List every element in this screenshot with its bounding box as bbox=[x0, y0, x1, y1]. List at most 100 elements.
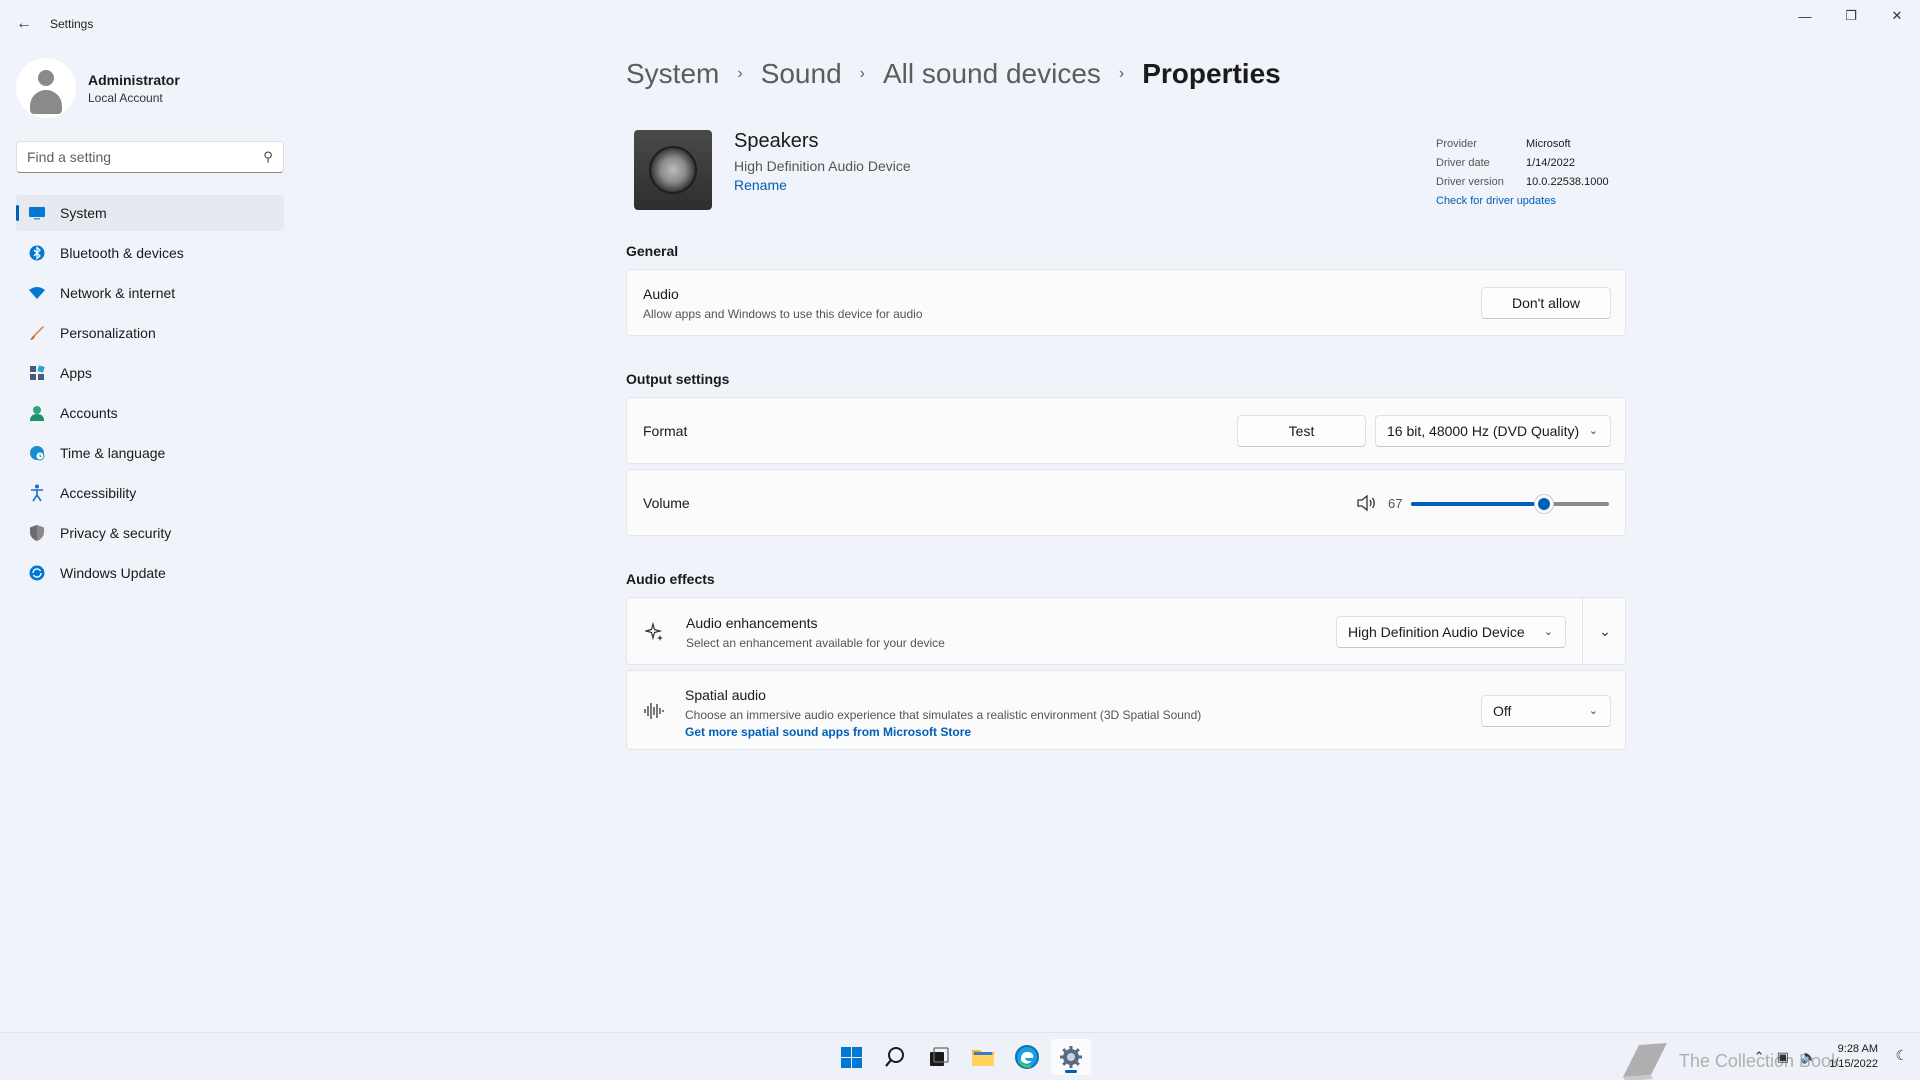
search-input[interactable] bbox=[17, 149, 253, 165]
sidebar-item-label: Accessibility bbox=[60, 485, 137, 501]
shield-icon bbox=[28, 524, 46, 542]
chevron-up-icon[interactable]: ⌃ bbox=[1754, 1049, 1765, 1065]
sidebar-item-bluetooth[interactable]: Bluetooth & devices bbox=[16, 235, 284, 271]
bluetooth-icon bbox=[28, 244, 46, 262]
chevron-down-icon: ⌄ bbox=[1588, 425, 1598, 437]
minimize-button[interactable]: — bbox=[1782, 0, 1828, 32]
window-controls: — ❐ ✕ bbox=[1782, 0, 1920, 32]
spatial-audio-card: Spatial audio Choose an immersive audio … bbox=[626, 670, 1626, 750]
spatial-store-link[interactable]: Get more spatial sound apps from Microso… bbox=[685, 725, 971, 739]
driver-version-value: 10.0.22538.1000 bbox=[1526, 175, 1609, 188]
sidebar-item-privacy[interactable]: Privacy & security bbox=[16, 515, 284, 551]
avatar bbox=[16, 58, 76, 118]
title-bar: ← Settings — ❐ ✕ bbox=[0, 0, 1920, 48]
dont-allow-button[interactable]: Don't allow bbox=[1481, 287, 1611, 319]
chevron-down-icon: ⌄ bbox=[1543, 626, 1553, 638]
user-profile[interactable]: Administrator Local Account bbox=[16, 58, 180, 118]
check-driver-updates-link[interactable]: Check for driver updates bbox=[1436, 195, 1556, 207]
settings-icon bbox=[1060, 1046, 1082, 1068]
format-title: Format bbox=[643, 423, 688, 439]
breadcrumb-all-sound-devices[interactable]: All sound devices bbox=[883, 58, 1101, 90]
format-selected: 16 bit, 48000 Hz (DVD Quality) bbox=[1387, 423, 1580, 439]
driver-provider-label: Provider bbox=[1436, 137, 1477, 150]
sidebar-item-label: Privacy & security bbox=[60, 525, 172, 541]
volume-slider[interactable] bbox=[1411, 494, 1609, 514]
audio-enhancements-description: Select an enhancement available for your… bbox=[686, 636, 945, 650]
close-icon: ✕ bbox=[1891, 8, 1903, 23]
search-icon[interactable]: ⚲ bbox=[253, 149, 283, 165]
clock-time: 9:28 AM bbox=[1837, 1043, 1878, 1055]
edge-button[interactable] bbox=[1007, 1039, 1047, 1075]
apps-icon bbox=[28, 364, 46, 382]
brush-icon bbox=[28, 324, 46, 342]
start-icon bbox=[840, 1046, 862, 1068]
sidebar-item-personalization[interactable]: Personalization bbox=[16, 315, 284, 351]
chevron-right-icon: › bbox=[859, 65, 865, 82]
monitor-icon bbox=[28, 204, 46, 222]
clock-date: 1/15/2022 bbox=[1829, 1058, 1878, 1070]
section-audio-effects: Audio effects bbox=[626, 571, 715, 587]
format-dropdown[interactable]: 16 bit, 48000 Hz (DVD Quality) ⌄ bbox=[1375, 415, 1611, 447]
network-icon[interactable]: ▣ bbox=[1777, 1049, 1789, 1065]
volume-card: Volume 67 bbox=[626, 469, 1626, 536]
avatar-body-icon bbox=[30, 90, 62, 114]
sidebar-item-label: Network & internet bbox=[60, 285, 176, 301]
breadcrumb-system[interactable]: System bbox=[626, 58, 719, 90]
device-name: Speakers bbox=[734, 130, 819, 152]
sidebar-item-label: Time & language bbox=[60, 445, 166, 461]
sidebar-item-label: Personalization bbox=[60, 325, 156, 341]
volume-title: Volume bbox=[643, 495, 690, 511]
clock[interactable]: 9:28 AM 1/15/2022 bbox=[1829, 1042, 1878, 1072]
section-output-settings: Output settings bbox=[626, 371, 730, 387]
sidebar-item-label: System bbox=[60, 205, 107, 221]
volume-icon[interactable]: 🔈 bbox=[1801, 1049, 1817, 1065]
breadcrumb-sound[interactable]: Sound bbox=[761, 58, 842, 90]
volume-value: 67 bbox=[1388, 496, 1403, 511]
start-button[interactable] bbox=[831, 1039, 871, 1075]
sidebar-nav: System Bluetooth & devices Network & int… bbox=[16, 195, 284, 595]
close-button[interactable]: ✕ bbox=[1874, 0, 1920, 32]
sidebar-item-network[interactable]: Network & internet bbox=[16, 275, 284, 311]
audio-enhancements-title: Audio enhancements bbox=[686, 615, 818, 631]
restore-button[interactable]: ❐ bbox=[1828, 0, 1874, 32]
profile-name: Administrator bbox=[88, 71, 180, 88]
search-box: ⚲ bbox=[16, 141, 284, 173]
file-explorer-button[interactable] bbox=[963, 1039, 1003, 1075]
audio-enhancements-dropdown[interactable]: High Definition Audio Device ⌄ bbox=[1336, 616, 1566, 648]
chevron-right-icon: › bbox=[737, 65, 743, 82]
task-view-icon bbox=[930, 1047, 949, 1066]
restore-icon: ❐ bbox=[1845, 8, 1857, 23]
sidebar-item-accounts[interactable]: Accounts bbox=[16, 395, 284, 431]
book-icon bbox=[1622, 1043, 1667, 1080]
sidebar-item-label: Windows Update bbox=[60, 565, 166, 581]
test-button[interactable]: Test bbox=[1237, 415, 1366, 447]
volume-slider-thumb[interactable] bbox=[1533, 494, 1554, 514]
breadcrumb: System › Sound › All sound devices › Pro… bbox=[626, 58, 1281, 90]
back-button[interactable]: ← bbox=[12, 12, 36, 36]
spatial-audio-selected: Off bbox=[1493, 703, 1512, 719]
sidebar-item-windows-update[interactable]: Windows Update bbox=[16, 555, 284, 591]
driver-version-label: Driver version bbox=[1436, 175, 1504, 188]
sidebar-item-label: Apps bbox=[60, 365, 92, 381]
volume-speaker-icon[interactable] bbox=[1355, 492, 1377, 514]
task-view-button[interactable] bbox=[919, 1039, 959, 1075]
sidebar-item-apps[interactable]: Apps bbox=[16, 355, 284, 391]
expand-button[interactable]: ⌄ bbox=[1583, 598, 1627, 664]
file-explorer-icon bbox=[972, 1050, 994, 1066]
accessibility-icon bbox=[28, 484, 46, 502]
settings-button[interactable] bbox=[1051, 1039, 1091, 1075]
spatial-audio-dropdown[interactable]: Off ⌄ bbox=[1481, 695, 1611, 727]
rename-link[interactable]: Rename bbox=[734, 177, 787, 193]
taskbar: The Collection Book ⌃ ▣ 🔈 9:28 AM 1/15/2… bbox=[0, 1032, 1920, 1080]
sidebar-item-accessibility[interactable]: Accessibility bbox=[16, 475, 284, 511]
sidebar-item-time-language[interactable]: Time & language bbox=[16, 435, 284, 471]
driver-date-value: 1/14/2022 bbox=[1526, 156, 1575, 169]
spatial-audio-title: Spatial audio bbox=[685, 687, 766, 703]
taskbar-search-button[interactable] bbox=[875, 1039, 915, 1075]
device-description: High Definition Audio Device bbox=[734, 158, 911, 174]
waveform-icon bbox=[643, 701, 665, 726]
sidebar-item-system[interactable]: System bbox=[16, 195, 284, 231]
chevron-down-icon: ⌄ bbox=[1599, 622, 1611, 639]
notification-icon[interactable]: ☾ bbox=[1895, 1047, 1908, 1064]
taskbar-apps bbox=[831, 1039, 1095, 1075]
